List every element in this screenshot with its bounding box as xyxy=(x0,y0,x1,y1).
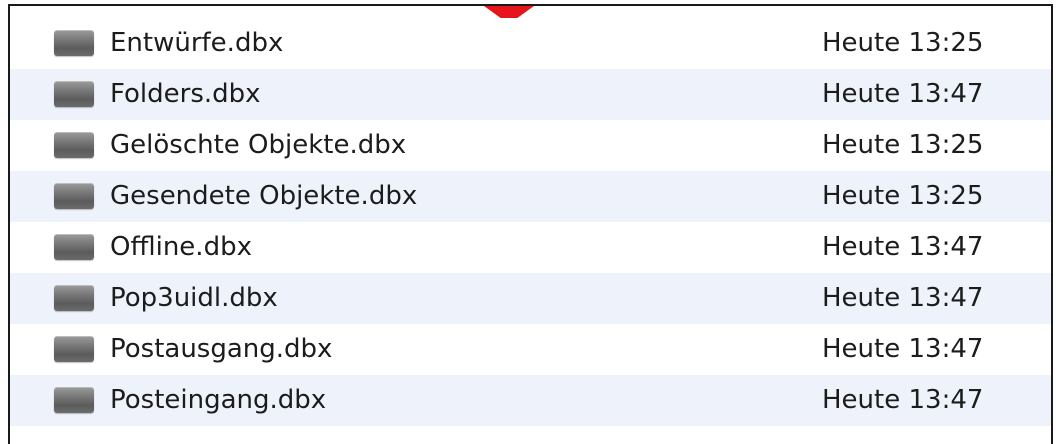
file-name: Gelöschte Objekte.dbx xyxy=(110,130,407,160)
file-list: Entwürfe.dbx Heute 13:25 Folders.dbx Heu… xyxy=(10,18,1051,426)
file-icon xyxy=(54,183,94,209)
file-icon xyxy=(54,30,94,56)
file-name: Folders.dbx xyxy=(110,79,261,109)
file-modified-date: Heute 13:25 xyxy=(822,28,984,58)
file-icon xyxy=(54,387,94,413)
list-item[interactable]: Folders.dbx Heute 13:47 xyxy=(10,69,1051,120)
file-modified-date: Heute 13:47 xyxy=(822,283,984,313)
list-item[interactable]: Posteingang.dbx Heute 13:47 xyxy=(10,375,1051,426)
list-item[interactable]: Entwürfe.dbx Heute 13:25 xyxy=(10,18,1051,69)
file-icon xyxy=(54,81,94,107)
file-icon xyxy=(54,336,94,362)
list-item[interactable]: Offline.dbx Heute 13:47 xyxy=(10,222,1051,273)
file-name: Posteingang.dbx xyxy=(110,385,327,415)
file-name: Entwürfe.dbx xyxy=(110,28,284,58)
file-modified-date: Heute 13:47 xyxy=(822,385,984,415)
list-item[interactable]: Postausgang.dbx Heute 13:47 xyxy=(10,324,1051,375)
file-modified-date: Heute 13:25 xyxy=(822,181,984,211)
file-name: Gesendete Objekte.dbx xyxy=(110,181,418,211)
file-name: Pop3uidl.dbx xyxy=(110,283,278,313)
list-item[interactable]: Gelöschte Objekte.dbx Heute 13:25 xyxy=(10,120,1051,171)
finder-file-list-window: Entwürfe.dbx Heute 13:25 Folders.dbx Heu… xyxy=(8,4,1053,444)
file-modified-date: Heute 13:47 xyxy=(822,232,984,262)
file-name: Offline.dbx xyxy=(110,232,252,262)
list-item[interactable]: Pop3uidl.dbx Heute 13:47 xyxy=(10,273,1051,324)
file-modified-date: Heute 13:47 xyxy=(822,334,984,364)
list-item[interactable]: Gesendete Objekte.dbx Heute 13:25 xyxy=(10,171,1051,222)
file-icon xyxy=(54,234,94,260)
file-modified-date: Heute 13:25 xyxy=(822,130,984,160)
file-icon xyxy=(54,132,94,158)
file-icon xyxy=(54,285,94,311)
file-name: Postausgang.dbx xyxy=(110,334,333,364)
file-modified-date: Heute 13:47 xyxy=(822,79,984,109)
